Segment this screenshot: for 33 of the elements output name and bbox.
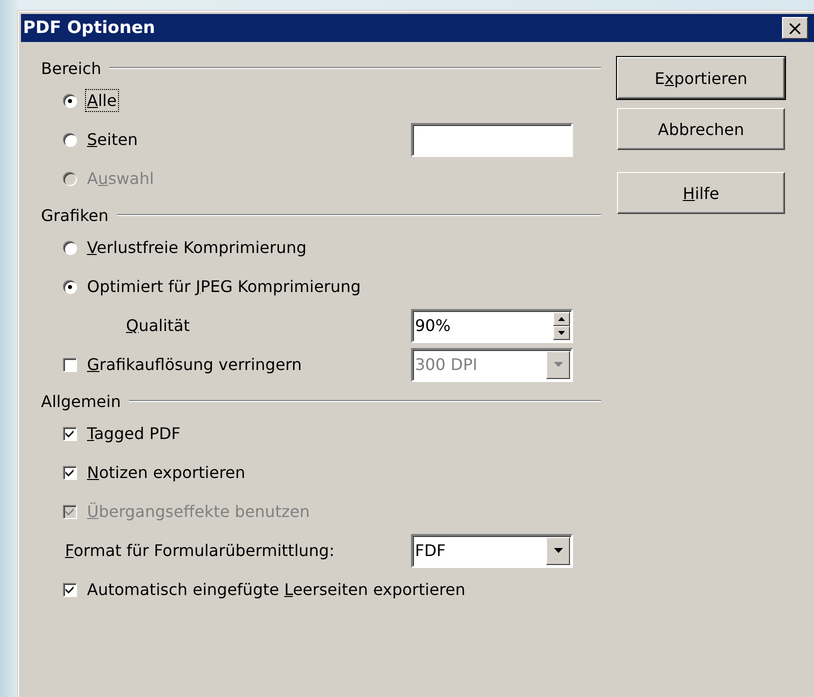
option-label: Notizen exportieren (86, 462, 246, 484)
section-heading: Allgemein (41, 392, 122, 410)
radio-button[interactable] (63, 241, 76, 254)
window-title: PDF Optionen (23, 18, 156, 38)
option-label: Automatisch eingefügte Leerseiten exportieren (86, 579, 466, 601)
radio-button[interactable] (63, 133, 76, 146)
radio-button[interactable] (63, 94, 76, 107)
option-label: Format für Formularübermittlung: (64, 540, 336, 562)
close-button[interactable]: × (782, 17, 808, 39)
checkbox[interactable] (63, 583, 76, 596)
section-heading: Bereich (41, 58, 102, 78)
quality-spin-field[interactable]: 90% (411, 308, 573, 342)
checkbox[interactable] (63, 427, 76, 440)
checkbox[interactable] (63, 358, 76, 371)
option-label: Seiten (86, 129, 139, 151)
spin-up-icon[interactable] (553, 312, 570, 326)
dialog-button[interactable]: Hilfe (617, 172, 785, 214)
option-label: Übergangseffekte benutzen (86, 501, 311, 523)
dropdown[interactable]: FDF (411, 534, 573, 568)
option-label: Alle (85, 89, 119, 112)
dialog-button[interactable]: Exportieren (617, 57, 785, 99)
section-heading: Grafiken (41, 206, 110, 224)
option-label: Grafikauflösung verringern (86, 354, 303, 376)
spin-down-icon[interactable] (553, 326, 570, 340)
dialog-button[interactable]: Abbrechen (617, 108, 785, 150)
option-label: Optimiert für JPEG Komprimierung (86, 276, 362, 298)
option-label: Qualität (125, 315, 191, 337)
radio-button[interactable] (63, 280, 76, 293)
option-label: Auswahl (86, 168, 155, 190)
option-label: Tagged PDF (86, 423, 182, 445)
pages-input-field[interactable] (411, 122, 573, 156)
checkbox[interactable] (63, 466, 76, 479)
option-label: Verlustfreie Komprimierung (86, 237, 308, 259)
